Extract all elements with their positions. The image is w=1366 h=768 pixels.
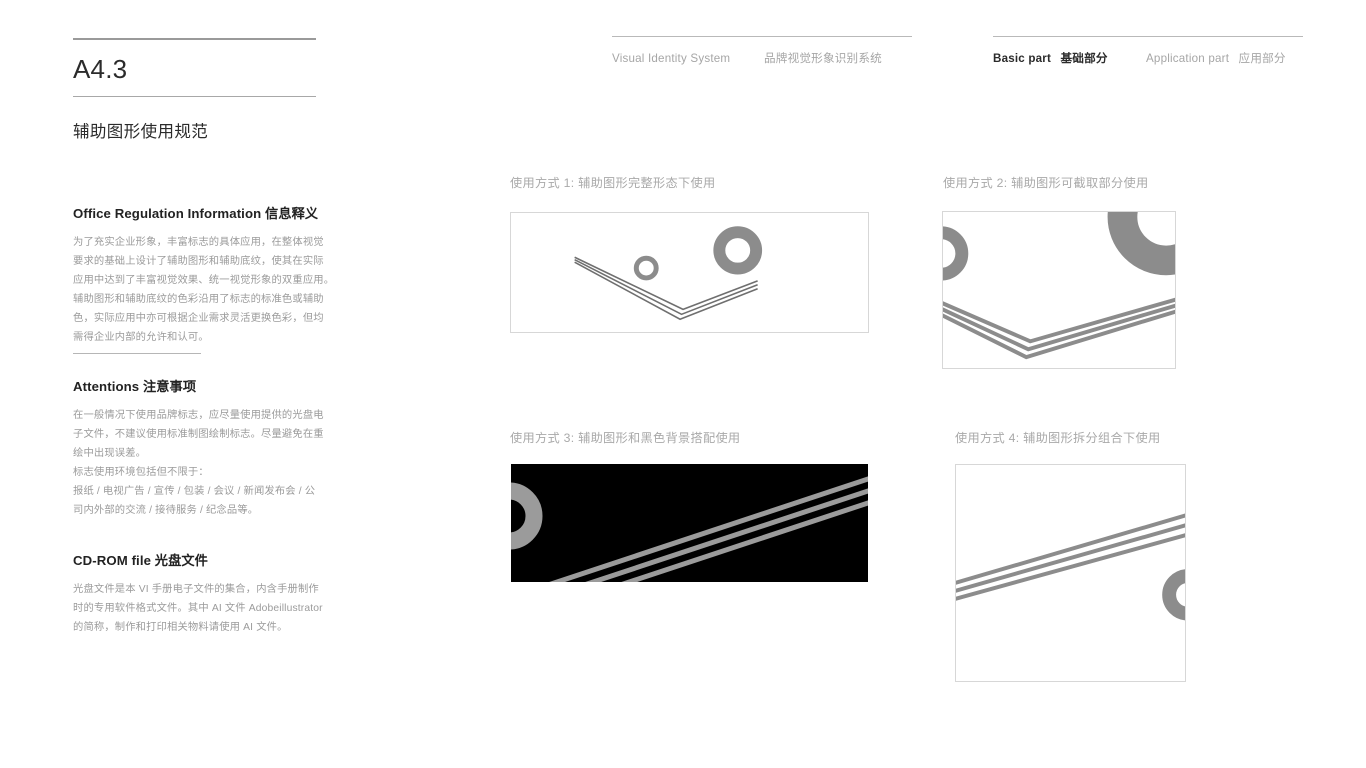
- vi-manual-page: A4.3 辅助图形使用规范 Office Regulation Informat…: [0, 0, 1366, 768]
- info-block-attentions: Attentions 注意事项 在一般情况下使用品牌标志，应尽量使用提供的光盘电…: [73, 376, 335, 520]
- info-block-office-regulation: Office Regulation Information 信息释义 为了充实企…: [73, 203, 335, 347]
- nav-item-basic-part-cn: 基础部分: [1060, 52, 1108, 65]
- panel-1-artwork: [574, 226, 763, 321]
- block-body-office: 为了充实企业形象，丰富标志的具体应用，在整体视觉 要求的基础上设计了辅助图形和辅…: [73, 237, 335, 344]
- chevron-lines-icon: [943, 297, 1175, 360]
- page-title: 辅助图形使用规范: [73, 123, 209, 141]
- block-body-attentions: 在一般情况下使用品牌标志，应尽量使用提供的光盘电 子文件，不建议使用标准制图绘制…: [73, 410, 324, 517]
- panel-caption-4: 使用方式 4: 辅助图形拆分组合下使用: [955, 431, 1161, 445]
- panel-caption-3: 使用方式 3: 辅助图形和黑色背景搭配使用: [510, 431, 741, 445]
- left-column: A4.3 辅助图形使用规范: [73, 38, 331, 142]
- section-code: A4.3: [73, 54, 128, 84]
- header-nav-rule-right: [993, 36, 1303, 37]
- block-heading-office-cn: 信息释义: [265, 206, 319, 221]
- panel-caption-2: 使用方式 2: 辅助图形可截取部分使用: [943, 176, 1149, 190]
- block-heading-cdrom-en: CD-ROM file: [73, 553, 152, 568]
- header-nav-rule-left: [612, 36, 912, 37]
- nav-item-application-part[interactable]: Application part 应用部分: [1146, 50, 1286, 66]
- panel-4-artwork: [956, 513, 1185, 621]
- panel-2-artwork: [943, 212, 1175, 360]
- header-nav-group-system: Visual Identity System 品牌视觉形象识别系统: [612, 36, 912, 66]
- left-column-divider: [73, 353, 201, 354]
- header-nav-items-right: Basic part 基础部分 Application part 应用部分: [993, 50, 1303, 66]
- graphic-panel-1-full-form: [510, 212, 869, 333]
- graphic-panel-3-black-background: [511, 464, 868, 582]
- header-nav-items-left: Visual Identity System 品牌视觉形象识别系统: [612, 50, 912, 66]
- nav-item-application-part-en: Application part: [1146, 52, 1230, 65]
- block-heading-cdrom-cn: 光盘文件: [154, 553, 208, 568]
- right-ring-icon: [1162, 569, 1185, 621]
- block-body-cdrom: 光盘文件是本 VI 手册电子文件的集合，内含手册制作 时的专用软件格式文件。其中…: [73, 584, 323, 634]
- nav-item-brand-vis-cn-label: 品牌视觉形象识别系统: [764, 52, 882, 65]
- panel-caption-1: 使用方式 1: 辅助图形完整形态下使用: [510, 176, 716, 190]
- nav-item-basic-part-en: Basic part: [993, 52, 1052, 65]
- block-heading-attentions: Attentions 注意事项: [73, 376, 335, 395]
- graphic-panel-2-cropped: [942, 211, 1176, 369]
- graphic-panel-4-split-combination: [955, 464, 1186, 682]
- info-block-cdrom-file: CD-ROM file 光盘文件 光盘文件是本 VI 手册电子文件的集合，内含手…: [73, 550, 335, 637]
- diagonal-lines-icon: [956, 513, 1185, 601]
- block-heading-office-en: Office Regulation Information: [73, 206, 262, 221]
- title-rule-top: [73, 38, 316, 40]
- left-ring-icon: [943, 226, 969, 281]
- small-ring-icon: [633, 255, 659, 281]
- nav-item-visual-identity-system[interactable]: Visual Identity System: [612, 52, 764, 65]
- top-right-ring-icon: [1107, 212, 1175, 276]
- panel-3-artwork: [511, 464, 868, 582]
- block-heading-attentions-cn: 注意事项: [142, 379, 197, 394]
- nav-item-visual-identity-system-en: Visual Identity System: [612, 52, 731, 65]
- title-rule-bottom: [73, 96, 316, 97]
- block-heading-office: Office Regulation Information 信息释义: [73, 203, 335, 222]
- block-heading-cdrom: CD-ROM file 光盘文件: [73, 550, 335, 569]
- header-nav-group-parts: Basic part 基础部分 Application part 应用部分: [993, 36, 1303, 66]
- nav-item-application-part-cn: 应用部分: [1238, 52, 1286, 65]
- large-ring-icon: [713, 226, 763, 275]
- nav-item-basic-part[interactable]: Basic part 基础部分: [993, 50, 1146, 66]
- block-heading-attentions-en: Attentions: [73, 379, 140, 394]
- nav-item-brand-vis-cn[interactable]: 品牌视觉形象识别系统: [764, 50, 882, 66]
